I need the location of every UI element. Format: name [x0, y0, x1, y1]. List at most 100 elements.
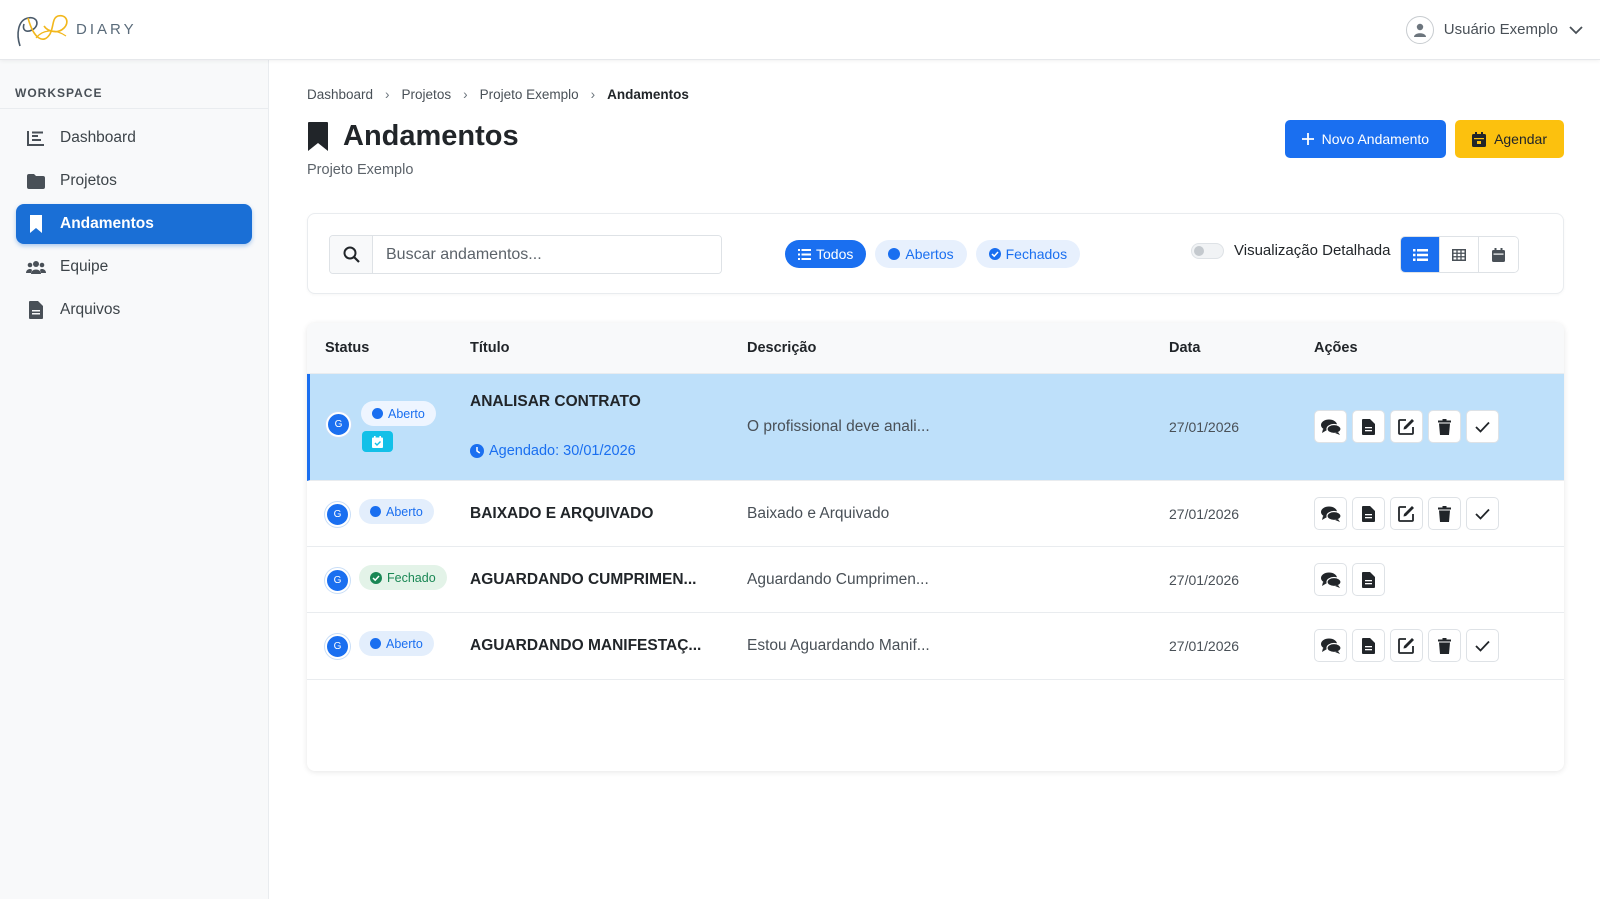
- status-label: Aberto: [386, 504, 423, 519]
- bookmark-icon: [308, 122, 328, 151]
- status-badge: Aberto: [361, 401, 436, 426]
- page-subtitle: Projeto Exemplo: [307, 162, 414, 178]
- col-header-status[interactable]: Status: [325, 340, 369, 356]
- edit-button[interactable]: [1390, 629, 1423, 662]
- complete-button[interactable]: [1466, 497, 1499, 530]
- document-button[interactable]: [1352, 629, 1385, 662]
- detailed-view-toggle[interactable]: [1191, 242, 1224, 259]
- detailed-view-toggle-group: Visualização Detalhada: [1191, 242, 1391, 259]
- comments-button[interactable]: [1314, 563, 1347, 596]
- file-icon: [26, 301, 46, 319]
- col-header-date[interactable]: Data: [1169, 340, 1200, 356]
- list-icon: [1412, 248, 1428, 261]
- delete-button[interactable]: [1428, 497, 1461, 530]
- open-dot-icon: [370, 638, 381, 649]
- row-date: 27/01/2026: [1169, 506, 1240, 522]
- sidebar-item-projetos[interactable]: Projetos: [16, 161, 252, 201]
- delete-button[interactable]: [1428, 410, 1461, 443]
- filter-abertos-pill[interactable]: Abertos: [875, 240, 967, 268]
- page-title: Andamentos: [343, 120, 519, 152]
- document-icon: [1362, 418, 1375, 435]
- schedule-button[interactable]: Agendar: [1455, 120, 1564, 158]
- diary-logo-icon: [17, 14, 68, 46]
- sidebar-nav: Dashboard Projetos Andamentos Equipe Arq…: [0, 109, 268, 330]
- trash-icon: [1438, 637, 1451, 654]
- main-content: Dashboard › Projetos › Projeto Exemplo ›…: [269, 60, 1600, 899]
- document-icon: [1362, 637, 1375, 654]
- breadcrumb-link-dashboard[interactable]: Dashboard: [307, 87, 373, 102]
- chevron-down-icon: [1569, 25, 1583, 34]
- sidebar-item-label: Arquivos: [60, 301, 121, 318]
- search-input[interactable]: [373, 236, 721, 273]
- comments-icon: [1320, 506, 1341, 522]
- open-dot-icon: [888, 248, 901, 260]
- row-date: 27/01/2026: [1169, 419, 1240, 435]
- table-row[interactable]: G Aberto BAIXADO E ARQUIVADO Baixado e A…: [307, 481, 1564, 547]
- row-title: BAIXADO E ARQUIVADO: [470, 505, 654, 522]
- sidebar-item-andamentos[interactable]: Andamentos: [16, 204, 252, 244]
- sidebar-item-label: Andamentos: [60, 215, 154, 232]
- row-date: 27/01/2026: [1169, 572, 1240, 588]
- table-row[interactable]: G Fechado AGUARDANDO CUMPRIMEN... Aguard…: [307, 547, 1564, 613]
- breadcrumb-separator: ›: [385, 87, 390, 102]
- search-group: [329, 235, 722, 274]
- comments-button[interactable]: [1314, 410, 1347, 443]
- row-actions: [1314, 497, 1499, 530]
- status-label: Aberto: [388, 406, 425, 421]
- list-view-button[interactable]: [1401, 237, 1440, 272]
- filter-todos-pill[interactable]: Todos: [785, 240, 867, 268]
- comments-icon: [1320, 638, 1341, 654]
- detailed-view-label: Visualização Detalhada: [1234, 242, 1391, 259]
- row-actions: [1314, 563, 1385, 596]
- edit-button[interactable]: [1390, 497, 1423, 530]
- grid-view-button[interactable]: [1440, 237, 1479, 272]
- complete-button[interactable]: [1466, 629, 1499, 662]
- trash-icon: [1438, 418, 1451, 435]
- page-title-group: Andamentos: [307, 120, 519, 153]
- brand-name: DIARY: [76, 21, 137, 38]
- brand-logo[interactable]: DIARY: [14, 10, 137, 50]
- delete-button[interactable]: [1428, 629, 1461, 662]
- open-dot-icon: [370, 506, 381, 517]
- row-title: ANALISAR CONTRATO: [470, 393, 641, 410]
- user-menu[interactable]: Usuário Exemplo: [1405, 15, 1584, 44]
- user-avatar: G: [325, 502, 350, 527]
- table-row[interactable]: G Aberto ANALISAR CONTRATO Agendado: 30/…: [307, 374, 1564, 481]
- status-label: Aberto: [386, 636, 423, 651]
- document-button[interactable]: [1352, 563, 1385, 596]
- table-row[interactable]: G Aberto AGUARDANDO MANIFESTAÇ... Estou …: [307, 613, 1564, 680]
- filter-fechados-pill[interactable]: Fechados: [975, 240, 1081, 268]
- table-header: Status Título Descrição Data Ações: [307, 323, 1564, 374]
- status-badge: Aberto: [359, 631, 434, 656]
- complete-button[interactable]: [1466, 410, 1499, 443]
- comments-button[interactable]: [1314, 629, 1347, 662]
- check-circle-icon: [988, 248, 1001, 260]
- document-button[interactable]: [1352, 497, 1385, 530]
- check-icon: [1475, 640, 1490, 652]
- new-andamento-button[interactable]: Novo Andamento: [1284, 120, 1447, 158]
- edit-icon: [1398, 506, 1414, 522]
- scheduled-calendar-icon: [362, 431, 393, 452]
- sidebar-item-dashboard[interactable]: Dashboard: [16, 118, 252, 158]
- status-badge: Fechado: [359, 565, 447, 590]
- sidebar-item-label: Equipe: [60, 258, 109, 275]
- col-header-title[interactable]: Título: [470, 340, 509, 356]
- user-name: Usuário Exemplo: [1443, 21, 1558, 38]
- row-description: Baixado e Arquivado: [747, 505, 890, 522]
- breadcrumb-link-projeto[interactable]: Projeto Exemplo: [480, 87, 579, 102]
- workspace-label: WORKSPACE: [0, 60, 268, 109]
- col-header-description[interactable]: Descrição: [747, 340, 816, 356]
- breadcrumb-link-projetos[interactable]: Projetos: [402, 87, 452, 102]
- scheduled-date: Agendado: 30/01/2026: [489, 443, 636, 459]
- edit-button[interactable]: [1390, 410, 1423, 443]
- comments-icon: [1320, 419, 1341, 435]
- calendar-view-button[interactable]: [1479, 237, 1518, 272]
- row-date: 27/01/2026: [1169, 638, 1240, 654]
- comments-button[interactable]: [1314, 497, 1347, 530]
- sidebar-item-equipe[interactable]: Equipe: [16, 247, 252, 287]
- trash-icon: [1438, 505, 1451, 522]
- document-button[interactable]: [1352, 410, 1385, 443]
- edit-icon: [1398, 419, 1414, 435]
- sidebar-item-arquivos[interactable]: Arquivos: [16, 290, 252, 330]
- document-icon: [1362, 505, 1375, 522]
